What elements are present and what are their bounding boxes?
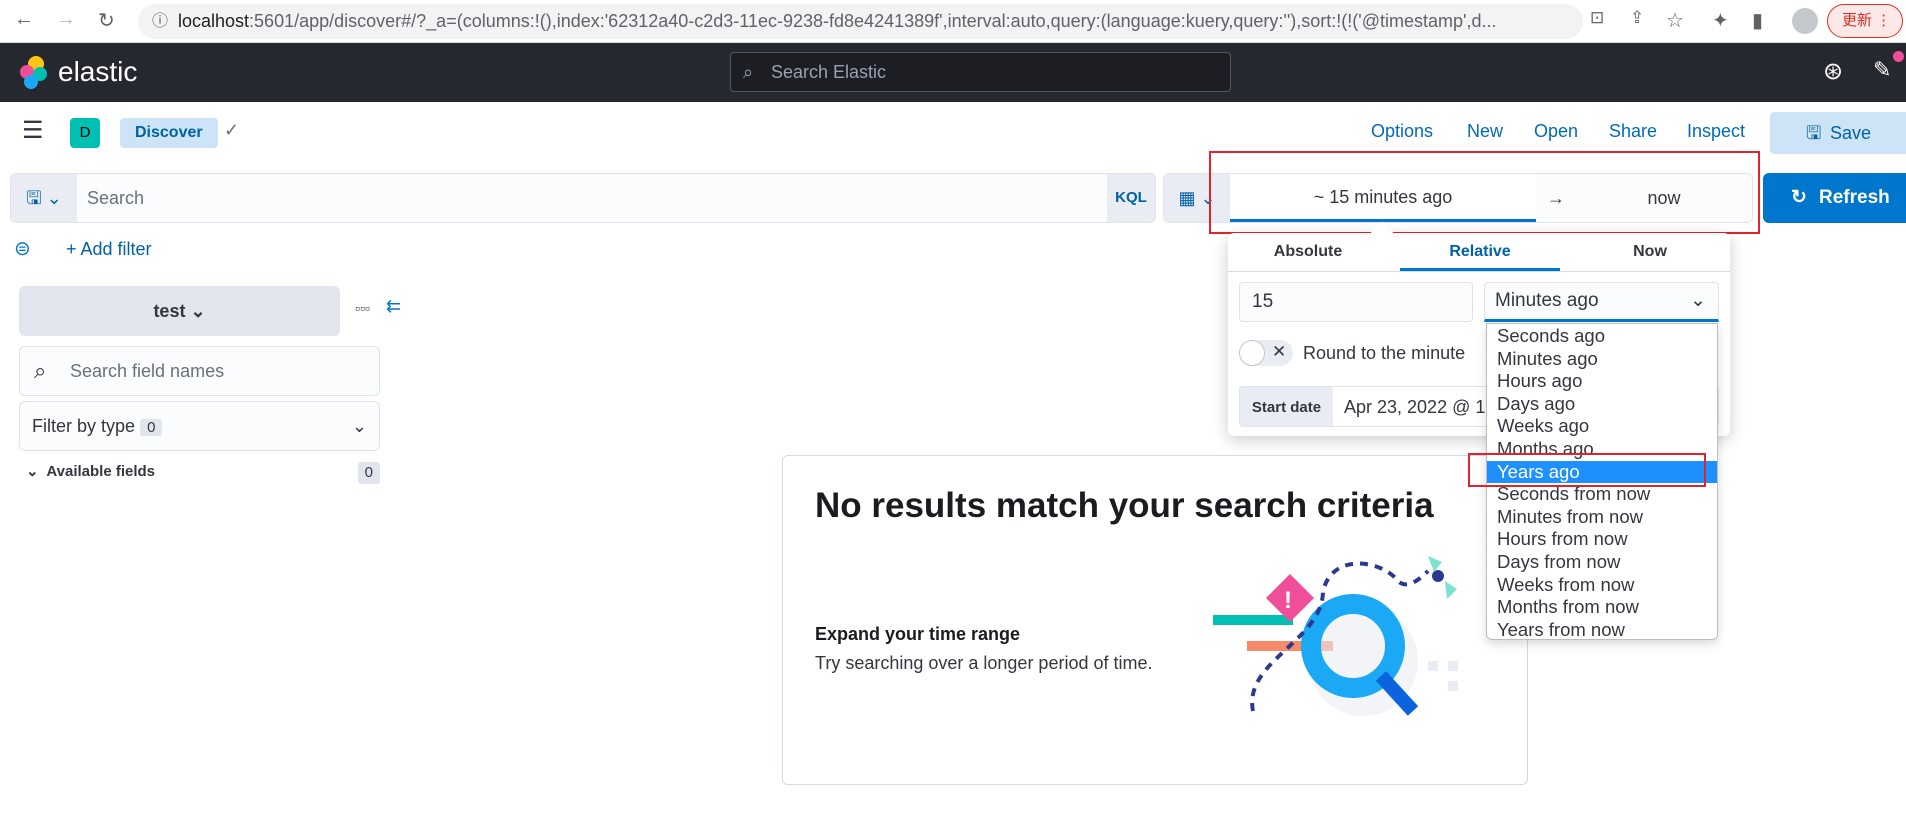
search-placeholder: Search Elastic bbox=[771, 62, 887, 82]
toggle-knob bbox=[1239, 340, 1265, 366]
calendar-icon: ▦ bbox=[1178, 188, 1196, 208]
round-toggle[interactable]: ✕ bbox=[1239, 340, 1293, 366]
query-bar[interactable]: 🖫 ⌄ Search KQL bbox=[10, 173, 1156, 223]
inspect-link[interactable]: Inspect bbox=[1687, 121, 1745, 142]
profile-icon[interactable] bbox=[1792, 8, 1818, 34]
filter-by-type-button[interactable]: Filter by type 0 ⌄ bbox=[19, 401, 380, 451]
annotation-box bbox=[1468, 453, 1706, 487]
unit-option[interactable]: Minutes from now bbox=[1487, 506, 1717, 529]
share-link[interactable]: Share bbox=[1609, 121, 1657, 142]
news-icon[interactable]: ✎ bbox=[1873, 57, 1891, 83]
search-icon: ⌕ bbox=[34, 358, 47, 383]
filter-by-type-label: Filter by type bbox=[32, 416, 136, 436]
no-results-text: Try searching over a longer period of ti… bbox=[815, 653, 1153, 673]
menu-icon[interactable]: ☰ bbox=[22, 116, 44, 145]
collapse-icon[interactable]: ⇇ bbox=[386, 296, 401, 317]
elastic-logo-icon bbox=[20, 56, 47, 89]
chevron-down-icon: ⌄ bbox=[351, 416, 367, 436]
unit-option[interactable]: Weeks ago bbox=[1487, 415, 1717, 438]
start-date-value: Apr 23, 2022 @ 1 bbox=[1344, 397, 1486, 417]
open-link[interactable]: Open bbox=[1534, 121, 1578, 142]
unit-selected: Minutes ago bbox=[1495, 290, 1599, 311]
translate-icon[interactable]: ⊡ bbox=[1590, 8, 1604, 28]
saved-query-button[interactable]: 🖫 ⌄ bbox=[11, 174, 77, 222]
unit-option[interactable]: Days ago bbox=[1487, 393, 1717, 416]
chevron-down-icon: ⌄ bbox=[26, 463, 39, 480]
no-results-panel: No results match your search criteria Ex… bbox=[782, 455, 1528, 785]
browser-toolbar: ← → ↻ ⓘ localhost:5601/app/discover#/?_a=… bbox=[0, 0, 1906, 43]
update-button[interactable]: 更新 ⋮ bbox=[1827, 4, 1903, 38]
svg-text:!: ! bbox=[1284, 587, 1292, 614]
refresh-button[interactable]: ↻ Refresh bbox=[1763, 173, 1906, 223]
check-icon: ✓ bbox=[224, 120, 240, 140]
brand-name: elastic bbox=[58, 56, 138, 87]
elastic-logo[interactable]: elastic bbox=[18, 55, 137, 89]
refresh-label: Refresh bbox=[1819, 187, 1890, 208]
unit-option[interactable]: Years from now bbox=[1487, 619, 1717, 642]
share-icon[interactable]: ⇪ bbox=[1630, 8, 1644, 28]
index-pattern-name: test bbox=[153, 301, 186, 321]
magnifier-illustration: ! bbox=[1213, 556, 1458, 716]
round-label: Round to the minute bbox=[1303, 343, 1466, 363]
available-count-badge: 0 bbox=[357, 462, 380, 484]
breadcrumb-discover[interactable]: Discover bbox=[120, 118, 218, 148]
field-search-input[interactable]: ⌕ Search field names bbox=[19, 346, 380, 396]
search-placeholder: Search bbox=[87, 188, 145, 208]
tab-now[interactable]: Now bbox=[1570, 233, 1730, 271]
unit-option[interactable]: Weeks from now bbox=[1487, 574, 1717, 597]
url-host: localhost bbox=[178, 11, 250, 31]
kql-toggle[interactable]: KQL bbox=[1107, 174, 1155, 222]
save-label: Save bbox=[1830, 123, 1872, 143]
chevron-down-icon: ⌄ bbox=[1690, 290, 1706, 311]
field-search-placeholder: Search field names bbox=[70, 361, 225, 381]
forward-icon[interactable]: → bbox=[56, 8, 76, 31]
search-icon: ⌕ bbox=[743, 62, 754, 82]
options-link[interactable]: Options bbox=[1371, 121, 1433, 142]
unit-option[interactable]: Months from now bbox=[1487, 596, 1717, 619]
extensions-icon[interactable]: ✦ bbox=[1712, 8, 1729, 33]
chevron-down-icon: ⌄ bbox=[190, 301, 206, 321]
unit-option[interactable]: Hours ago bbox=[1487, 370, 1717, 393]
sidepanel-icon[interactable]: ▮ bbox=[1752, 8, 1763, 33]
unit-option[interactable]: Minutes ago bbox=[1487, 348, 1717, 371]
help-icon[interactable]: ⊛ bbox=[1823, 57, 1843, 86]
relative-unit-select[interactable]: Minutes ago ⌄ bbox=[1484, 282, 1719, 322]
close-icon: ✕ bbox=[1272, 342, 1287, 361]
save-button[interactable]: 🖫 Save bbox=[1770, 112, 1906, 154]
available-fields-toggle[interactable]: ⌄ Available fields 0 bbox=[26, 462, 380, 484]
tab-relative[interactable]: Relative bbox=[1400, 233, 1560, 271]
unit-option[interactable]: Days from now bbox=[1487, 551, 1717, 574]
notification-dot bbox=[1893, 51, 1904, 62]
global-search-input[interactable]: ⌕ Search Elastic bbox=[730, 52, 1231, 92]
url-path: :5601/app/discover#/?_a=(columns:!(),ind… bbox=[249, 11, 1497, 31]
new-link[interactable]: New bbox=[1467, 121, 1503, 142]
address-bar[interactable]: ⓘ localhost:5601/app/discover#/?_a=(colum… bbox=[138, 4, 1583, 39]
no-results-title: No results match your search criteria bbox=[815, 486, 1434, 525]
start-date-label: Start date bbox=[1240, 387, 1333, 426]
save-icon: 🖫 bbox=[1806, 123, 1822, 143]
no-results-subtitle: Expand your time range bbox=[815, 624, 1021, 644]
options-icon[interactable]: ▫▫▫ bbox=[355, 300, 370, 316]
star-icon[interactable]: ☆ bbox=[1666, 8, 1684, 33]
tabs-divider bbox=[1228, 271, 1730, 272]
available-fields-label: Available fields bbox=[46, 463, 156, 480]
back-icon[interactable]: ← bbox=[14, 8, 34, 31]
info-icon: ⓘ bbox=[152, 13, 169, 30]
index-pattern-selector[interactable]: test ⌄ bbox=[19, 286, 340, 336]
add-filter-button[interactable]: + Add filter bbox=[66, 239, 152, 260]
tab-absolute[interactable]: Absolute bbox=[1228, 233, 1388, 271]
filter-icon[interactable]: ⊜ bbox=[14, 236, 31, 261]
update-label: 更新 bbox=[1842, 12, 1873, 29]
unit-option[interactable]: Seconds ago bbox=[1487, 325, 1717, 348]
annotation-box bbox=[1209, 151, 1760, 234]
filter-count-badge: 0 bbox=[140, 419, 163, 436]
refresh-icon: ↻ bbox=[1791, 187, 1807, 208]
elastic-header: elastic ⌕ Search Elastic ⊛ ✎ bbox=[0, 43, 1906, 102]
reload-icon[interactable]: ↻ bbox=[98, 8, 115, 33]
unit-option[interactable]: Hours from now bbox=[1487, 528, 1717, 551]
space-avatar[interactable]: D bbox=[70, 118, 100, 148]
relative-value-input[interactable]: 15 bbox=[1239, 282, 1473, 322]
